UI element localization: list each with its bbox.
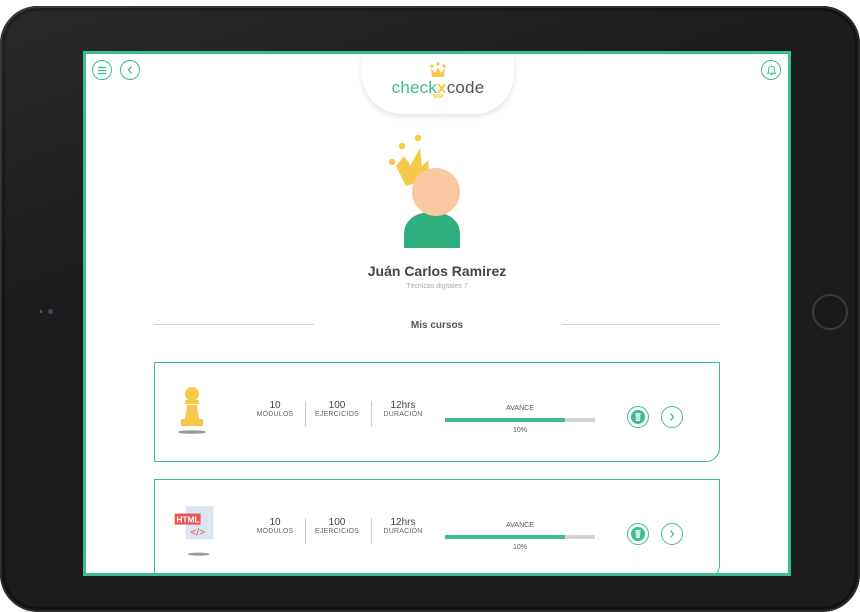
svg-text:</>: </> — [190, 528, 205, 539]
exercises-label: EJERCICIOS — [314, 411, 359, 418]
html-code-icon: HTML </> — [174, 506, 214, 556]
user-name: Juán Carlos Ramirez — [367, 263, 507, 279]
modules-value: 10 — [269, 517, 281, 528]
crown-dot-icon — [414, 134, 422, 142]
svg-text:HTML: HTML — [177, 514, 200, 524]
duration-value: 12hrs — [390, 517, 416, 528]
home-button[interactable] — [812, 294, 848, 330]
section-title: Mis cursos — [410, 320, 464, 331]
notifications-button[interactable] — [761, 60, 781, 80]
crown-dot-icon — [398, 142, 406, 150]
avatar — [388, 134, 460, 248]
exercises-stat: 100 EJERCICIOS — [309, 400, 365, 418]
delete-course-button[interactable] — [627, 406, 649, 428]
course-card[interactable]: 10 MÓDULOS 100 EJERCICIOS 12hrs DURACIÓN… — [154, 362, 720, 462]
tablet-sensor — [40, 310, 42, 313]
exercises-label: EJERCICIOS — [314, 528, 359, 535]
progress-fill — [445, 418, 565, 422]
open-course-button[interactable] — [661, 523, 683, 545]
progress-label: AVANCE — [506, 405, 534, 412]
progress-percent: 10% — [512, 544, 527, 551]
course-card[interactable]: HTML </> 10 MÓDULOS 100 EJERCICIOS 12hrs… — [154, 479, 720, 573]
bell-icon — [766, 65, 776, 75]
duration-value: 12hrs — [390, 400, 416, 411]
logo-header: checkxcode — [362, 54, 514, 114]
logo-code-text: code — [446, 78, 485, 97]
modules-value: 10 — [269, 400, 281, 411]
progress-bar — [445, 418, 595, 422]
app-screen: checkxcode Juán Carlos Ramirez Técnicas … — [83, 51, 791, 576]
trash-icon — [631, 527, 645, 541]
stat-separator — [371, 401, 372, 427]
exercises-value: 100 — [328, 400, 346, 411]
progress-bar — [445, 535, 595, 539]
avatar-head — [412, 168, 460, 216]
exercises-stat: 100 EJERCICIOS — [309, 517, 365, 535]
menu-button[interactable] — [92, 60, 112, 80]
open-course-button[interactable] — [661, 406, 683, 428]
modules-label: MÓDULOS — [256, 411, 294, 418]
delete-course-button[interactable] — [627, 523, 649, 545]
duration-label: DURACIÓN — [383, 411, 423, 418]
menu-icon — [98, 66, 106, 74]
logo-check-text: check — [391, 78, 438, 97]
duration-stat: 12hrs DURACIÓN — [375, 400, 431, 418]
chess-pawn-icon — [178, 387, 206, 434]
exercises-value: 100 — [328, 517, 346, 528]
user-subtitle: Técnicas digitales 7 — [406, 283, 468, 290]
progress-percent: 10% — [512, 427, 527, 434]
modules-label: MÓDULOS — [256, 528, 294, 535]
modules-stat: 10 MÓDULOS — [247, 400, 303, 418]
progress-fill — [445, 535, 565, 539]
back-button[interactable] — [120, 60, 140, 80]
stat-separator — [305, 518, 306, 544]
avatar-body — [404, 212, 460, 248]
stat-separator — [371, 518, 372, 544]
front-camera — [48, 309, 53, 314]
app-logo: checkxcode — [362, 78, 514, 98]
back-icon — [127, 66, 132, 74]
stat-separator — [305, 401, 306, 427]
chevron-right-icon — [670, 413, 675, 421]
duration-label: DURACIÓN — [383, 528, 423, 535]
logo-x-text: x — [437, 78, 447, 97]
duration-stat: 12hrs DURACIÓN — [375, 517, 431, 535]
progress-label: AVANCE — [506, 522, 534, 529]
chevron-right-icon — [670, 530, 675, 538]
trash-icon — [631, 410, 645, 424]
crown-dot-icon — [388, 158, 396, 166]
modules-stat: 10 MÓDULOS — [247, 517, 303, 535]
